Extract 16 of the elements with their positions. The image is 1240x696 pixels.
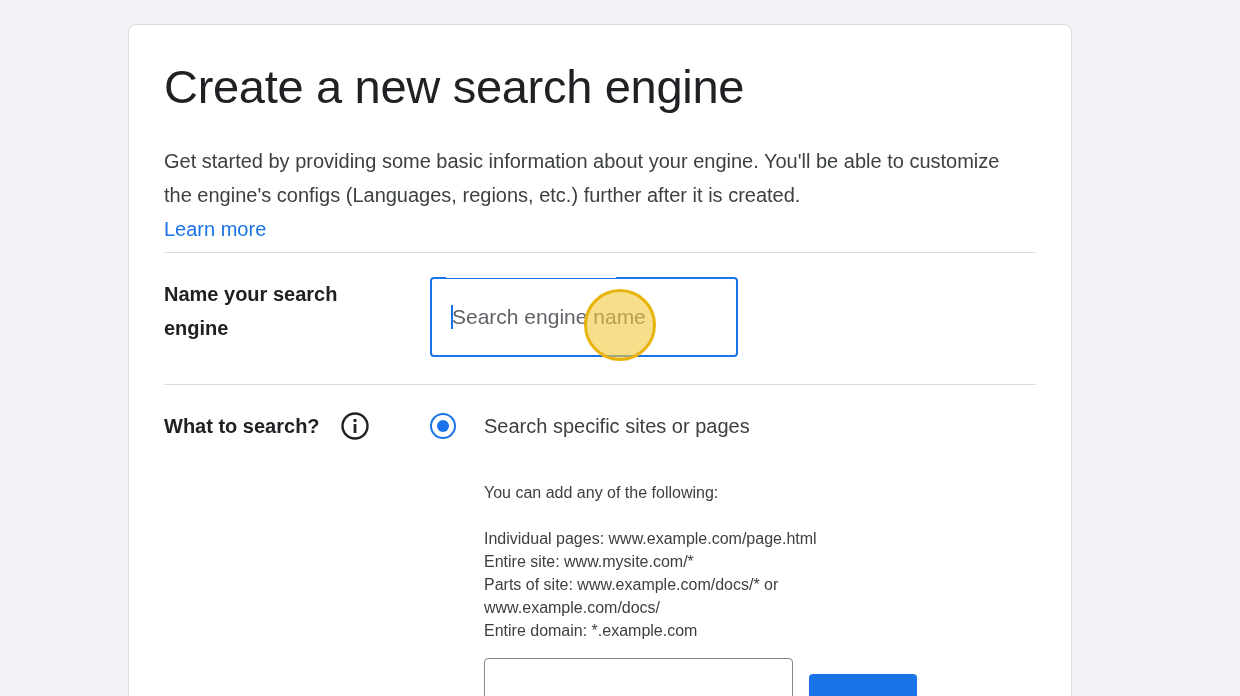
help-text: Entire site: www.mysite.com/* xyxy=(484,552,695,572)
site-input-field[interactable] xyxy=(484,658,793,696)
field-label: Name your search engine xyxy=(164,282,339,341)
help-text: You can add any of the following: xyxy=(484,483,720,503)
description-text: Get started by providing some basic information about your engine. You'll be able to customize the engine's configs (Languages, regions, etc.) further after it is created. xyxy=(164,149,1001,208)
help-text: Entire domain: *.example.com xyxy=(484,621,699,641)
page-title: Create a new search engine xyxy=(164,59,746,114)
help-text: Individual pages: www.example.com/page.html xyxy=(484,529,818,549)
info-icon[interactable] xyxy=(339,411,370,441)
learn-more-link[interactable]: Learn more xyxy=(164,212,267,246)
help-text: Parts of site: www.example.com/docs/* or www.example.com/docs/ xyxy=(484,575,780,618)
field-label: What to search? xyxy=(164,414,320,439)
option-label: Search specific sites or pages xyxy=(484,414,750,438)
radio-button[interactable] xyxy=(430,413,456,439)
search-engine-name-field[interactable]: Search engine name xyxy=(430,277,738,357)
text-cursor xyxy=(451,305,453,329)
